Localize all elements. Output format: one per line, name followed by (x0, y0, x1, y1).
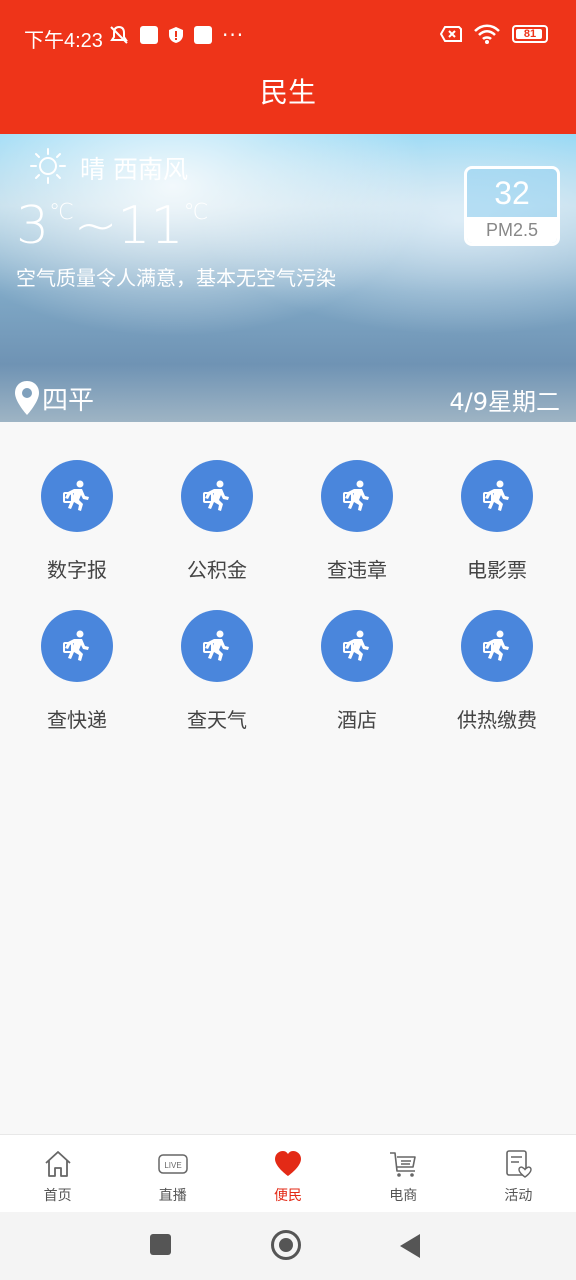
service-label: 数字报 (47, 558, 107, 582)
service-icon-bg (321, 460, 393, 532)
service-express-tracking[interactable]: 查快递 (7, 610, 147, 733)
wifi-icon (474, 24, 500, 44)
pm25-value: 32 (467, 169, 557, 217)
tab-ecommerce[interactable]: 电商 (346, 1135, 461, 1212)
app-notification-icon (194, 26, 212, 44)
tab-label: 便民 (274, 1188, 302, 1204)
service-icon-bg (461, 460, 533, 532)
service-label: 查违章 (327, 558, 387, 582)
temp-unit: ℃ (183, 200, 209, 225)
service-traffic-violation[interactable]: 查违章 (287, 460, 427, 583)
tab-label: 首页 (43, 1188, 72, 1204)
service-movie-ticket[interactable]: 电影票 (427, 460, 567, 583)
status-time: 下午4:23 (24, 30, 103, 52)
running-man-icon (483, 630, 509, 661)
service-label: 酒店 (337, 708, 377, 732)
location-pin-icon (15, 381, 39, 415)
temperature-range: 3℃~11℃ (16, 196, 208, 256)
service-digital-newspaper[interactable]: 数字报 (7, 460, 147, 583)
running-man-icon (63, 630, 89, 661)
home-icon (44, 1151, 71, 1177)
shield-icon (169, 27, 183, 43)
battery-level: 81 (523, 28, 537, 40)
service-hotel[interactable]: 酒店 (287, 610, 427, 733)
sunny-icon (30, 148, 66, 184)
city-name: 四平 (42, 386, 95, 416)
pm25-badge: 32 PM2.5 (464, 166, 560, 246)
page-title: 民生 (259, 76, 316, 109)
back-button[interactable] (400, 1234, 420, 1258)
running-man-icon (343, 480, 369, 511)
weather-date: 4/9星期二 (449, 388, 560, 416)
live-icon: LIVE (158, 1154, 188, 1174)
service-label: 供热缴费 (457, 708, 537, 732)
running-man-icon (63, 480, 89, 511)
weather-condition: 晴 西南风 (80, 155, 188, 184)
service-icon-bg (181, 610, 253, 682)
mute-icon (110, 25, 128, 44)
tab-live[interactable]: LIVE 直播 (115, 1135, 230, 1212)
temp-low: 3 (16, 196, 50, 256)
live-badge-text: LIVE (164, 1161, 181, 1170)
service-label: 电影票 (467, 558, 527, 582)
home-button[interactable] (271, 1230, 301, 1260)
tab-label: 直播 (158, 1188, 187, 1204)
service-icon-bg (41, 460, 113, 532)
service-icon-bg (461, 610, 533, 682)
service-weather[interactable]: 查天气 (147, 610, 287, 733)
cart-icon (390, 1152, 417, 1177)
running-man-icon (483, 480, 509, 511)
recent-apps-button[interactable] (150, 1234, 171, 1255)
tab-label: 活动 (504, 1188, 533, 1204)
tab-label: 电商 (389, 1188, 418, 1204)
weather-panel[interactable]: 晴 西南风 3℃~11℃ 空气质量令人满意，基本无空气污染 32 PM2.5 四… (0, 134, 576, 422)
temp-separator: ~ (73, 196, 118, 256)
service-label: 查快递 (47, 708, 107, 732)
status-bar: 下午4:23 ··· 81 (0, 0, 576, 68)
service-icon-bg (321, 610, 393, 682)
running-man-icon (203, 480, 229, 511)
page-title-bar: 民生 (0, 68, 576, 134)
temp-high: 11 (117, 196, 184, 256)
tab-home[interactable]: 首页 (0, 1135, 115, 1212)
running-man-icon (343, 630, 369, 661)
service-icon-bg (41, 610, 113, 682)
air-quality-description: 空气质量令人满意，基本无空气污染 (16, 266, 336, 290)
app-notification-icon (140, 26, 158, 44)
pm25-label: PM2.5 (467, 217, 557, 243)
service-label: 查天气 (187, 708, 247, 732)
tab-convenience[interactable]: 便民 (230, 1135, 345, 1212)
activity-icon (506, 1150, 533, 1178)
running-man-icon (203, 630, 229, 661)
more-notifications-icon: ··· (222, 23, 245, 47)
service-label: 公积金 (187, 558, 247, 582)
temp-unit: ℃ (49, 200, 74, 225)
status-notification-icons: ··· (108, 24, 244, 46)
tab-activity[interactable]: 活动 (461, 1135, 576, 1212)
status-system-icons: 81 (440, 24, 548, 44)
service-icon-bg (181, 460, 253, 532)
service-housing-fund[interactable]: 公积金 (147, 460, 287, 583)
bottom-tab-bar: 首页 LIVE 直播 便民 电商 活动 (0, 1134, 576, 1212)
system-nav-bar (0, 1212, 576, 1280)
service-heating-payment[interactable]: 供热缴费 (427, 610, 567, 733)
battery-icon: 81 (512, 25, 548, 43)
no-sim-icon (440, 26, 462, 42)
heart-icon (275, 1151, 301, 1176)
